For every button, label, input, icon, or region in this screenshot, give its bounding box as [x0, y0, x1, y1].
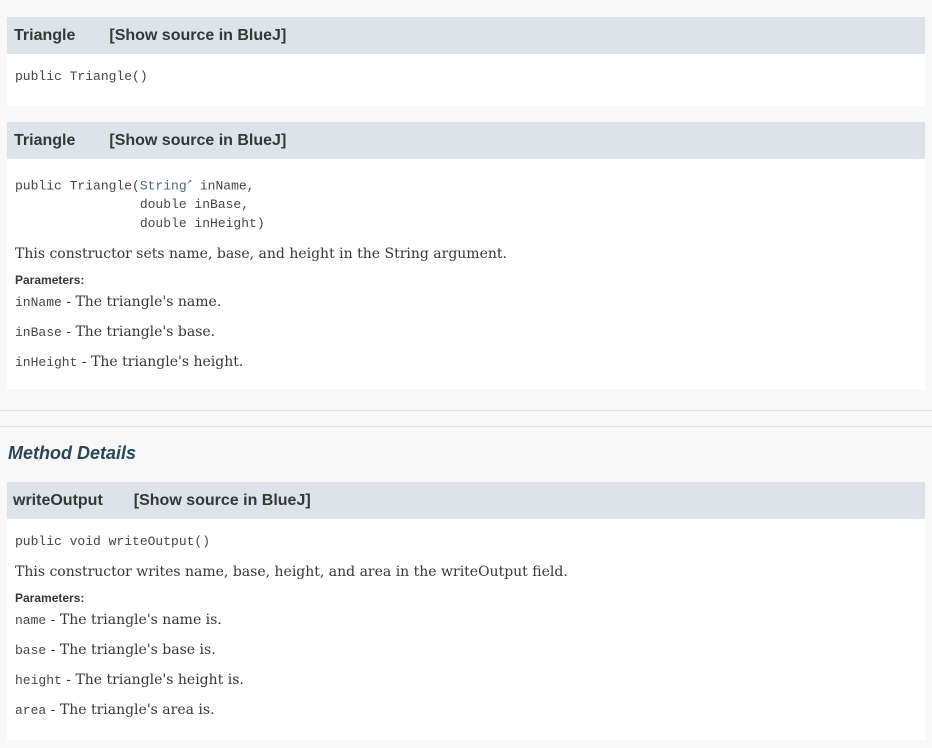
- parameter-desc: - The triangle's height is.: [61, 672, 244, 688]
- parameter-item: inName - The triangle's name.: [7, 287, 925, 317]
- parameter-name: base: [15, 643, 47, 658]
- constructor-name: Triangle: [14, 131, 76, 149]
- parameter-item: inHeight - The triangle's height.: [7, 347, 925, 377]
- constructor-signature: public Triangle(String↗ inName, double i…: [7, 173, 925, 233]
- parameter-item: name - The triangle's name is.: [7, 605, 925, 635]
- method-block-writeoutput: writeOutput [Show source in BlueJ] publi…: [7, 482, 925, 740]
- parameter-name: inName: [15, 295, 62, 311]
- method-details-heading: Method Details: [8, 443, 137, 463]
- signature-param2: double inBase,: [15, 197, 250, 213]
- constructor-signature: public Triangle(): [15, 69, 148, 84]
- string-type-link[interactable]: String: [140, 178, 187, 193]
- signature-param1: inName,: [192, 178, 255, 194]
- show-source-link[interactable]: [Show source in BlueJ]: [109, 132, 286, 150]
- constructor-block-params: Triangle [Show source in BlueJ] public T…: [7, 122, 925, 389]
- parameters-label: Parameters:: [15, 273, 85, 288]
- parameter-item: base - The triangle's base is.: [7, 635, 925, 665]
- parameters-list: inName - The triangle's name. inBase - T…: [7, 287, 925, 377]
- method-description: This constructor writes name, base, heig…: [15, 564, 568, 580]
- method-header: writeOutput [Show source in BlueJ]: [7, 482, 925, 519]
- parameter-desc: - The triangle's base.: [61, 324, 216, 341]
- parameter-item: inBase - The triangle's base.: [7, 317, 925, 347]
- parameter-name: inBase: [15, 325, 62, 341]
- show-source-link[interactable]: [Show source in BlueJ]: [109, 27, 286, 45]
- show-source-link[interactable]: [Show source in BlueJ]: [134, 492, 311, 510]
- parameter-desc: - The triangle's height.: [77, 354, 244, 371]
- constructor-description: This constructor sets name, base, and he…: [15, 246, 507, 263]
- constructor-header: Triangle [Show source in BlueJ]: [7, 17, 925, 54]
- signature-param3: double inHeight): [15, 216, 265, 232]
- constructor-name: Triangle: [14, 26, 76, 44]
- parameter-desc: - The triangle's area is.: [46, 702, 215, 718]
- section-divider: [0, 426, 932, 427]
- parameter-name: area: [15, 703, 47, 718]
- parameter-name: inHeight: [15, 355, 78, 371]
- parameter-desc: - The triangle's name.: [61, 294, 222, 311]
- parameter-desc: - The triangle's base is.: [46, 642, 216, 658]
- parameter-item: area - The triangle's area is.: [7, 695, 925, 725]
- signature-prefix: public Triangle(: [15, 178, 140, 194]
- parameter-name: height: [15, 673, 62, 688]
- parameter-desc: - The triangle's name is.: [46, 612, 222, 628]
- method-signature: public void writeOutput(): [15, 534, 211, 549]
- constructor-block-default: Triangle [Show source in BlueJ] public T…: [7, 17, 925, 106]
- constructor-header: Triangle [Show source in BlueJ]: [7, 122, 925, 159]
- parameters-label: Parameters:: [15, 591, 85, 605]
- section-divider: [0, 410, 932, 411]
- parameter-name: name: [15, 613, 47, 628]
- parameter-item: height - The triangle's height is.: [7, 665, 925, 695]
- parameters-list: name - The triangle's name is. base - Th…: [7, 605, 925, 725]
- method-name: writeOutput: [13, 491, 103, 509]
